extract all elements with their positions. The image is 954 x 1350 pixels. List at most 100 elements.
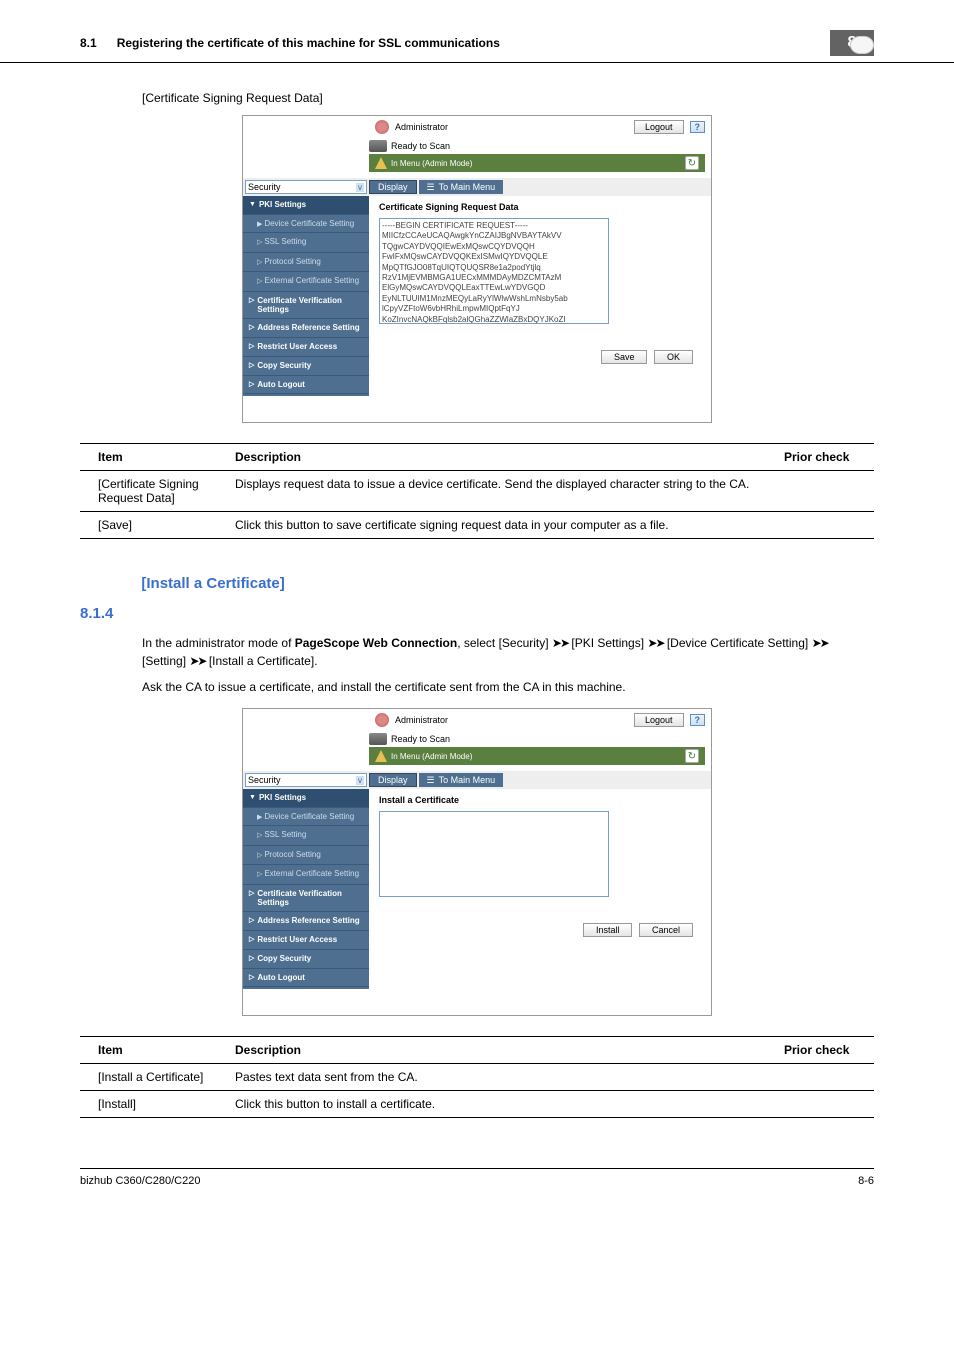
table-header-row: Item Description Prior check bbox=[80, 444, 874, 471]
table-row: [Install] Click this button to install a… bbox=[80, 1091, 874, 1118]
screenshot-install: Administrator Logout ? Ready to Scan In … bbox=[242, 708, 712, 1016]
install-textarea[interactable] bbox=[379, 811, 609, 897]
main-panel: Install a Certificate Install Cancel bbox=[369, 789, 711, 989]
cell-desc: Click this button to save certificate si… bbox=[225, 512, 774, 539]
sidebar-item-ssl[interactable]: ▷ SSL Setting bbox=[243, 233, 369, 253]
admin-icon bbox=[375, 713, 389, 727]
table-install: Item Description Prior check [Install a … bbox=[80, 1036, 874, 1118]
display-button[interactable]: Display bbox=[369, 773, 417, 787]
help-button[interactable]: ? bbox=[690, 714, 706, 726]
sidebar-item-cert-verify[interactable]: ▷Certificate Verification Settings bbox=[243, 885, 369, 912]
chevron-down-icon: v bbox=[356, 183, 364, 192]
to-main-menu-label: To Main Menu bbox=[439, 182, 496, 192]
page-header: 8.1 Registering the certificate of this … bbox=[0, 30, 954, 63]
save-button[interactable]: Save bbox=[601, 350, 648, 364]
panel-title: Install a Certificate bbox=[379, 795, 701, 805]
footer-model: bizhub C360/C280/C220 bbox=[80, 1175, 200, 1187]
display-button[interactable]: Display bbox=[369, 180, 417, 194]
warning-icon bbox=[375, 750, 387, 762]
th-desc: Description bbox=[225, 444, 774, 471]
screenshot-csr: Administrator Logout ? Ready to Scan In … bbox=[242, 115, 712, 423]
section-header-install: 8.1.4 [Install a Certificate] bbox=[80, 575, 874, 622]
cell-desc: Click this button to install a certifica… bbox=[225, 1091, 774, 1118]
th-prior: Prior check bbox=[774, 1037, 874, 1064]
cancel-button[interactable]: Cancel bbox=[639, 923, 693, 937]
admin-label: Administrator bbox=[395, 122, 448, 132]
sidebar-item-protocol[interactable]: ▷ Protocol Setting bbox=[243, 253, 369, 273]
to-main-menu-label: To Main Menu bbox=[439, 775, 496, 785]
table-row: [Install a Certificate] Pastes text data… bbox=[80, 1064, 874, 1091]
th-desc: Description bbox=[225, 1037, 774, 1064]
menu-status: In Menu (Admin Mode) bbox=[391, 752, 472, 761]
sidebar-item-cert-verify[interactable]: ▷Certificate Verification Settings bbox=[243, 292, 369, 319]
select-value: Security bbox=[248, 182, 281, 192]
sidebar-item-restrict[interactable]: ▷Restrict User Access bbox=[243, 931, 369, 950]
logout-button[interactable]: Logout bbox=[634, 120, 684, 134]
status-ready: Ready to Scan bbox=[391, 141, 450, 151]
to-main-menu-button[interactable]: ☰ To Main Menu bbox=[419, 773, 504, 787]
sidebar: ▼PKI Settings Device Certificate Setting… bbox=[243, 196, 369, 396]
refresh-icon[interactable]: ↻ bbox=[685, 156, 699, 170]
menu-icon: ☰ bbox=[427, 182, 435, 193]
category-select[interactable]: Security v bbox=[245, 773, 367, 787]
help-button[interactable]: ? bbox=[690, 121, 706, 133]
sidebar-item-device-cert[interactable]: Device Certificate Setting bbox=[243, 215, 369, 233]
sidebar-item-addr-ref[interactable]: ▷Address Reference Setting bbox=[243, 319, 369, 338]
admin-label: Administrator bbox=[395, 715, 448, 725]
sidebar-item-external-cert[interactable]: ▷ External Certificate Setting bbox=[243, 272, 369, 292]
th-item: Item bbox=[80, 1037, 225, 1064]
printer-icon bbox=[369, 733, 387, 745]
main-panel: Certificate Signing Request Data Save OK bbox=[369, 196, 711, 396]
ok-button[interactable]: OK bbox=[654, 350, 693, 364]
th-item: Item bbox=[80, 444, 225, 471]
sidebar-item-auto-logout[interactable]: ▷Auto Logout bbox=[243, 969, 369, 988]
install-button[interactable]: Install bbox=[583, 923, 633, 937]
sidebar-item-external-cert[interactable]: ▷ External Certificate Setting bbox=[243, 865, 369, 885]
sidebar-item-copy-security[interactable]: ▷Copy Security bbox=[243, 950, 369, 969]
header-text: 8.1 Registering the certificate of this … bbox=[80, 36, 830, 50]
category-select[interactable]: Security v bbox=[245, 180, 367, 194]
to-main-menu-button[interactable]: ☰ To Main Menu bbox=[419, 180, 504, 194]
table-header-row: Item Description Prior check bbox=[80, 1037, 874, 1064]
logout-button[interactable]: Logout bbox=[634, 713, 684, 727]
sidebar-item-auto-logout[interactable]: ▷Auto Logout bbox=[243, 376, 369, 395]
th-prior: Prior check bbox=[774, 444, 874, 471]
cell-desc: Displays request data to issue a device … bbox=[225, 471, 774, 512]
menu-status: In Menu (Admin Mode) bbox=[391, 159, 472, 168]
caption-csr-data: [Certificate Signing Request Data] bbox=[142, 91, 874, 105]
admin-icon bbox=[375, 120, 389, 134]
sidebar-item-copy-security[interactable]: ▷Copy Security bbox=[243, 357, 369, 376]
sidebar: ▼PKI Settings Device Certificate Setting… bbox=[243, 789, 369, 989]
warning-icon bbox=[375, 157, 387, 169]
sidebar-item-device-cert[interactable]: Device Certificate Setting bbox=[243, 808, 369, 826]
cell-item: [Certificate Signing Request Data] bbox=[80, 471, 225, 512]
decorative-top-circle bbox=[850, 36, 874, 54]
cell-prior bbox=[774, 512, 874, 539]
cell-prior bbox=[774, 1091, 874, 1118]
cell-item: [Install] bbox=[80, 1091, 225, 1118]
sidebar-item-protocol[interactable]: ▷ Protocol Setting bbox=[243, 846, 369, 866]
section-num: 8.1 bbox=[80, 36, 97, 50]
cell-prior bbox=[774, 471, 874, 512]
cell-item: [Save] bbox=[80, 512, 225, 539]
sidebar-item-ssl[interactable]: ▷ SSL Setting bbox=[243, 826, 369, 846]
table-row: [Save] Click this button to save certifi… bbox=[80, 512, 874, 539]
menu-icon: ☰ bbox=[427, 775, 435, 786]
cell-item: [Install a Certificate] bbox=[80, 1064, 225, 1091]
para-install-2: Ask the CA to issue a certificate, and i… bbox=[142, 678, 874, 696]
sidebar-item-addr-ref[interactable]: ▷Address Reference Setting bbox=[243, 912, 369, 931]
section-title: [Install a Certificate] bbox=[141, 575, 284, 622]
sidebar-item-pki[interactable]: ▼PKI Settings bbox=[243, 196, 369, 215]
section-number: 8.1.4 bbox=[80, 605, 113, 622]
select-value: Security bbox=[248, 775, 281, 785]
section-title: Registering the certificate of this mach… bbox=[117, 36, 500, 50]
cell-desc: Pastes text data sent from the CA. bbox=[225, 1064, 774, 1091]
page-footer: bizhub C360/C280/C220 8-6 bbox=[80, 1168, 874, 1187]
csr-textarea[interactable] bbox=[379, 218, 609, 324]
sidebar-item-pki[interactable]: ▼PKI Settings bbox=[243, 789, 369, 808]
refresh-icon[interactable]: ↻ bbox=[685, 749, 699, 763]
panel-title: Certificate Signing Request Data bbox=[379, 202, 701, 212]
sidebar-item-restrict[interactable]: ▷Restrict User Access bbox=[243, 338, 369, 357]
table-csr: Item Description Prior check [Certificat… bbox=[80, 443, 874, 539]
printer-icon bbox=[369, 140, 387, 152]
